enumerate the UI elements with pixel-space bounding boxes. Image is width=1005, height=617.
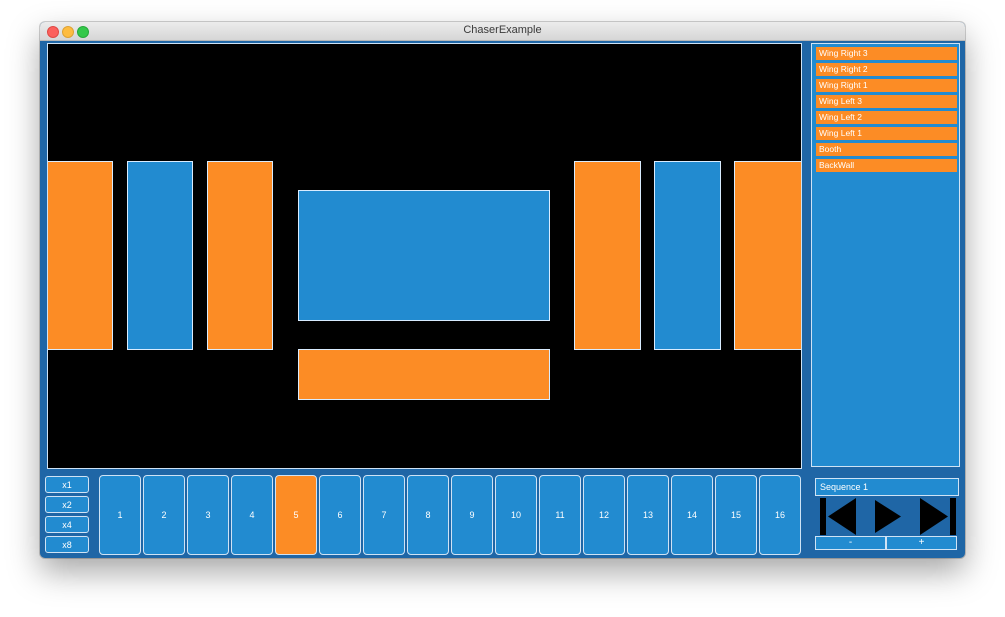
step-button-3[interactable]: 3 xyxy=(187,475,229,555)
stage-view xyxy=(47,43,802,469)
play-icon[interactable] xyxy=(873,498,903,535)
speed-x8-button[interactable]: x8 xyxy=(45,536,89,553)
step-button-8[interactable]: 8 xyxy=(407,475,449,555)
step-button-13[interactable]: 13 xyxy=(627,475,669,555)
fixture-list-item[interactable]: Wing Right 3 xyxy=(816,47,957,60)
step-button-2[interactable]: 2 xyxy=(143,475,185,555)
sequence-name-field[interactable]: Sequence 1 xyxy=(815,478,959,496)
speed-x1-button[interactable]: x1 xyxy=(45,476,89,493)
fixture-list-item[interactable]: BackWall xyxy=(816,159,957,172)
step-button-11[interactable]: 11 xyxy=(539,475,581,555)
fixture-list-item[interactable]: Wing Left 3 xyxy=(816,95,957,108)
skip-back-icon[interactable] xyxy=(820,498,860,535)
fixture-list-panel: Wing Right 3 Wing Right 2 Wing Right 1 W… xyxy=(811,43,960,467)
step-button-15[interactable]: 15 xyxy=(715,475,757,555)
fixture-list-item[interactable]: Wing Right 2 xyxy=(816,63,957,76)
fixture-wing-right-outer[interactable] xyxy=(734,161,801,350)
step-button-4[interactable]: 4 xyxy=(231,475,273,555)
step-button-6[interactable]: 6 xyxy=(319,475,361,555)
fixture-wing-right-mid[interactable] xyxy=(654,161,721,350)
increment-button[interactable]: + xyxy=(886,536,957,550)
step-button-10[interactable]: 10 xyxy=(495,475,537,555)
fixture-list-item[interactable]: Wing Left 1 xyxy=(816,127,957,140)
fixture-wing-left-mid[interactable] xyxy=(127,161,193,350)
step-button-12[interactable]: 12 xyxy=(583,475,625,555)
app-window: ChaserExample Wing Right 3 Wing Right 2 … xyxy=(40,22,965,558)
window-title: ChaserExample xyxy=(463,24,542,36)
step-button-9[interactable]: 9 xyxy=(451,475,493,555)
fixture-list-item[interactable]: Wing Right 1 xyxy=(816,79,957,92)
fixture-booth[interactable] xyxy=(298,349,550,400)
skip-forward-icon[interactable] xyxy=(916,498,956,535)
fixture-wing-left-outer[interactable] xyxy=(48,161,113,350)
speed-x4-button[interactable]: x4 xyxy=(45,516,89,533)
step-button-5[interactable]: 5 xyxy=(275,475,317,555)
step-button-16[interactable]: 16 xyxy=(759,475,801,555)
speed-x2-button[interactable]: x2 xyxy=(45,496,89,513)
fixture-list-item[interactable]: Booth xyxy=(816,143,957,156)
fixture-list-item[interactable]: Wing Left 2 xyxy=(816,111,957,124)
title-bar: ChaserExample xyxy=(40,22,965,41)
decrement-button[interactable]: - xyxy=(815,536,886,550)
step-button-7[interactable]: 7 xyxy=(363,475,405,555)
step-button-1[interactable]: 1 xyxy=(99,475,141,555)
fixture-backwall[interactable] xyxy=(298,190,550,321)
step-button-14[interactable]: 14 xyxy=(671,475,713,555)
fixture-wing-right-inner[interactable] xyxy=(574,161,641,350)
fixture-wing-left-inner[interactable] xyxy=(207,161,273,350)
